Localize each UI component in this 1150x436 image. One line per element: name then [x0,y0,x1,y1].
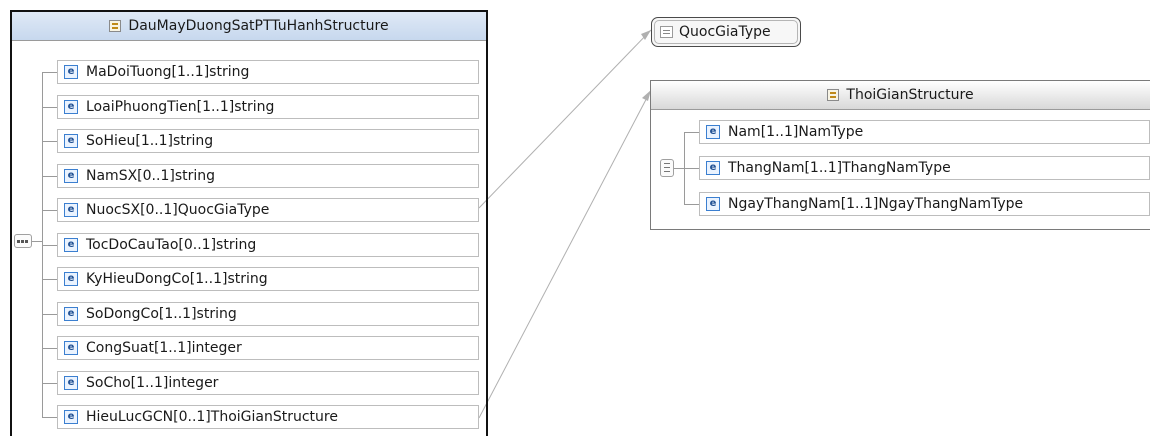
element-type: integer [191,340,242,356]
dau-may-structure-title: DauMayDuongSatPTTuHanhStructure [128,18,389,34]
tree-branch-line [42,141,57,142]
element-icon: e [706,161,720,175]
element-name: TocDoCauTao [86,236,179,253]
connector-hieulucgcn-to-thoigianstructure [478,89,652,419]
main_structure-element-ky-hieu-dong-co[interactable]: e KyHieuDongCo [1..1] string [57,267,479,291]
tree-branch-line [42,417,57,418]
tree-branch-line [42,72,57,73]
element-name: SoDongCo [86,305,159,322]
element-icon: e [64,99,78,114]
element-type: ThoiGianStructure [210,409,338,425]
element-type: string [216,236,257,253]
choice-icon[interactable] [660,159,674,177]
element-icon: e [64,375,78,390]
time_structure-element-nam[interactable]: e Nam [1..1] NamType [699,120,1150,144]
element-type: string [234,98,275,115]
tree-branch-line [42,348,57,349]
main_structure-element-toc-do-cau-tao[interactable]: e TocDoCauTao [0..1] string [57,232,479,257]
tree-branch-line [42,313,57,315]
element-name: NuocSX [86,202,141,218]
quocgiatype-box[interactable]: QuocGiaType [651,17,801,47]
main_structure-element-so-cho[interactable]: e SoCho [1..1] integer [57,370,479,395]
element-cardinality: [1..1] [189,271,228,287]
element-cardinality: [0..1] [140,202,178,218]
element-type: string [173,133,214,149]
tree-branch-line [684,204,699,205]
complex-type-icon [109,20,122,32]
time_structure-element-ngay-thang-nam[interactable]: e NgayThangNam [1..1] NgayThangNamType [699,192,1150,216]
element-cardinality: [1..1] [804,160,843,176]
element-icon: e [64,203,78,217]
tree-branch-line [684,132,699,133]
element-type: QuocGiaType [177,202,270,218]
element-name: HieuLucGCN [86,409,174,425]
tree-branch-line [42,106,57,108]
main_structure-element-nam-sx[interactable]: e NamSX [0..1] string [57,163,479,188]
time_structure-element-thang-nam[interactable]: e ThangNam [1..1] ThangNamType [699,156,1150,180]
element-cardinality: [1..1] [760,124,799,140]
element-type: string [227,271,268,287]
element-cardinality: [1..1] [196,98,235,115]
element-icon: e [64,306,78,321]
element-name: Nam [728,124,761,140]
main_structure-element-cong-suat[interactable]: e CongSuat [1..1] integer [57,336,479,360]
element-icon: e [706,197,720,211]
element-cardinality: [1..1] [130,374,169,391]
main_structure-element-ma-doi-tuong[interactable]: e MaDoiTuong [1..1] string [57,60,479,84]
element-icon: e [64,272,78,286]
element-name: KyHieuDongCo [86,271,190,287]
tree-branch-line [42,210,57,211]
element-type: integer [168,374,219,391]
element-cardinality: [0..1] [137,167,175,184]
element-icon: e [64,65,78,79]
element-icon: e [706,125,720,139]
element-name: ThangNam [728,160,805,176]
complex-type-icon [827,89,840,101]
element-name: CongSuat [86,340,154,356]
thoi-gian-structure-title: ThoiGianStructure [846,87,974,103]
connector-nuocsx-to-quocgiatype [478,29,652,209]
element-name: MaDoiTuong [86,64,172,80]
element-icon: e [64,237,78,252]
choice-connector-line [674,168,684,169]
thoi-gian-structure-header[interactable]: ThoiGianStructure [651,81,1150,110]
tree-branch-line [42,279,57,280]
element-icon: e [64,341,78,355]
element-icon: e [64,134,78,148]
element-type: NamType [798,124,864,140]
element-cardinality: [1..1] [135,133,173,149]
element-type: string [196,305,237,322]
element-cardinality: [0..1] [173,409,211,425]
element-type: NgayThangNamType [878,196,1024,212]
element-icon: e [64,168,78,183]
element-type: string [209,64,250,80]
element-name: LoaiPhuongTien [86,98,197,115]
element-cardinality: [0..1] [178,236,217,253]
main_structure-element-so-dong-co[interactable]: e SoDongCo [1..1] string [57,301,479,326]
main_structure-element-so-hieu[interactable]: e SoHieu [1..1] string [57,129,479,153]
element-name: NgayThangNam [728,196,841,212]
element-name: SoCho [86,374,131,391]
element-cardinality: [1..1] [840,196,879,212]
tree-branch-line [42,382,57,384]
main_structure-element-hieu-luc-gcn[interactable]: e HieuLucGCN [0..1] ThoiGianStructure [57,405,479,429]
element-cardinality: [1..1] [158,305,197,322]
element-type: ThangNamType [842,160,951,176]
main_structure-element-nuoc-sx[interactable]: e NuocSX [0..1] QuocGiaType [57,198,479,222]
tree-branch-line [42,175,57,177]
sequence-connector-line [32,241,42,242]
element-cardinality: [1..1] [171,64,210,80]
tree-branch-line [42,244,57,246]
simple-type-icon [660,26,673,38]
element-cardinality: [1..1] [153,340,192,356]
element-icon: e [64,410,78,424]
quocgiatype-title: QuocGiaType [679,24,771,40]
element-name: NamSX [86,167,138,184]
dau-may-structure-header[interactable]: DauMayDuongSatPTTuHanhStructure [12,12,486,41]
sequence-icon[interactable] [14,234,32,248]
element-type: string [174,167,216,184]
element-name: SoHieu [86,133,136,149]
tree-branch-line [684,168,699,169]
main_structure-element-loai-phuong-tien[interactable]: e LoaiPhuongTien [1..1] string [57,94,479,119]
